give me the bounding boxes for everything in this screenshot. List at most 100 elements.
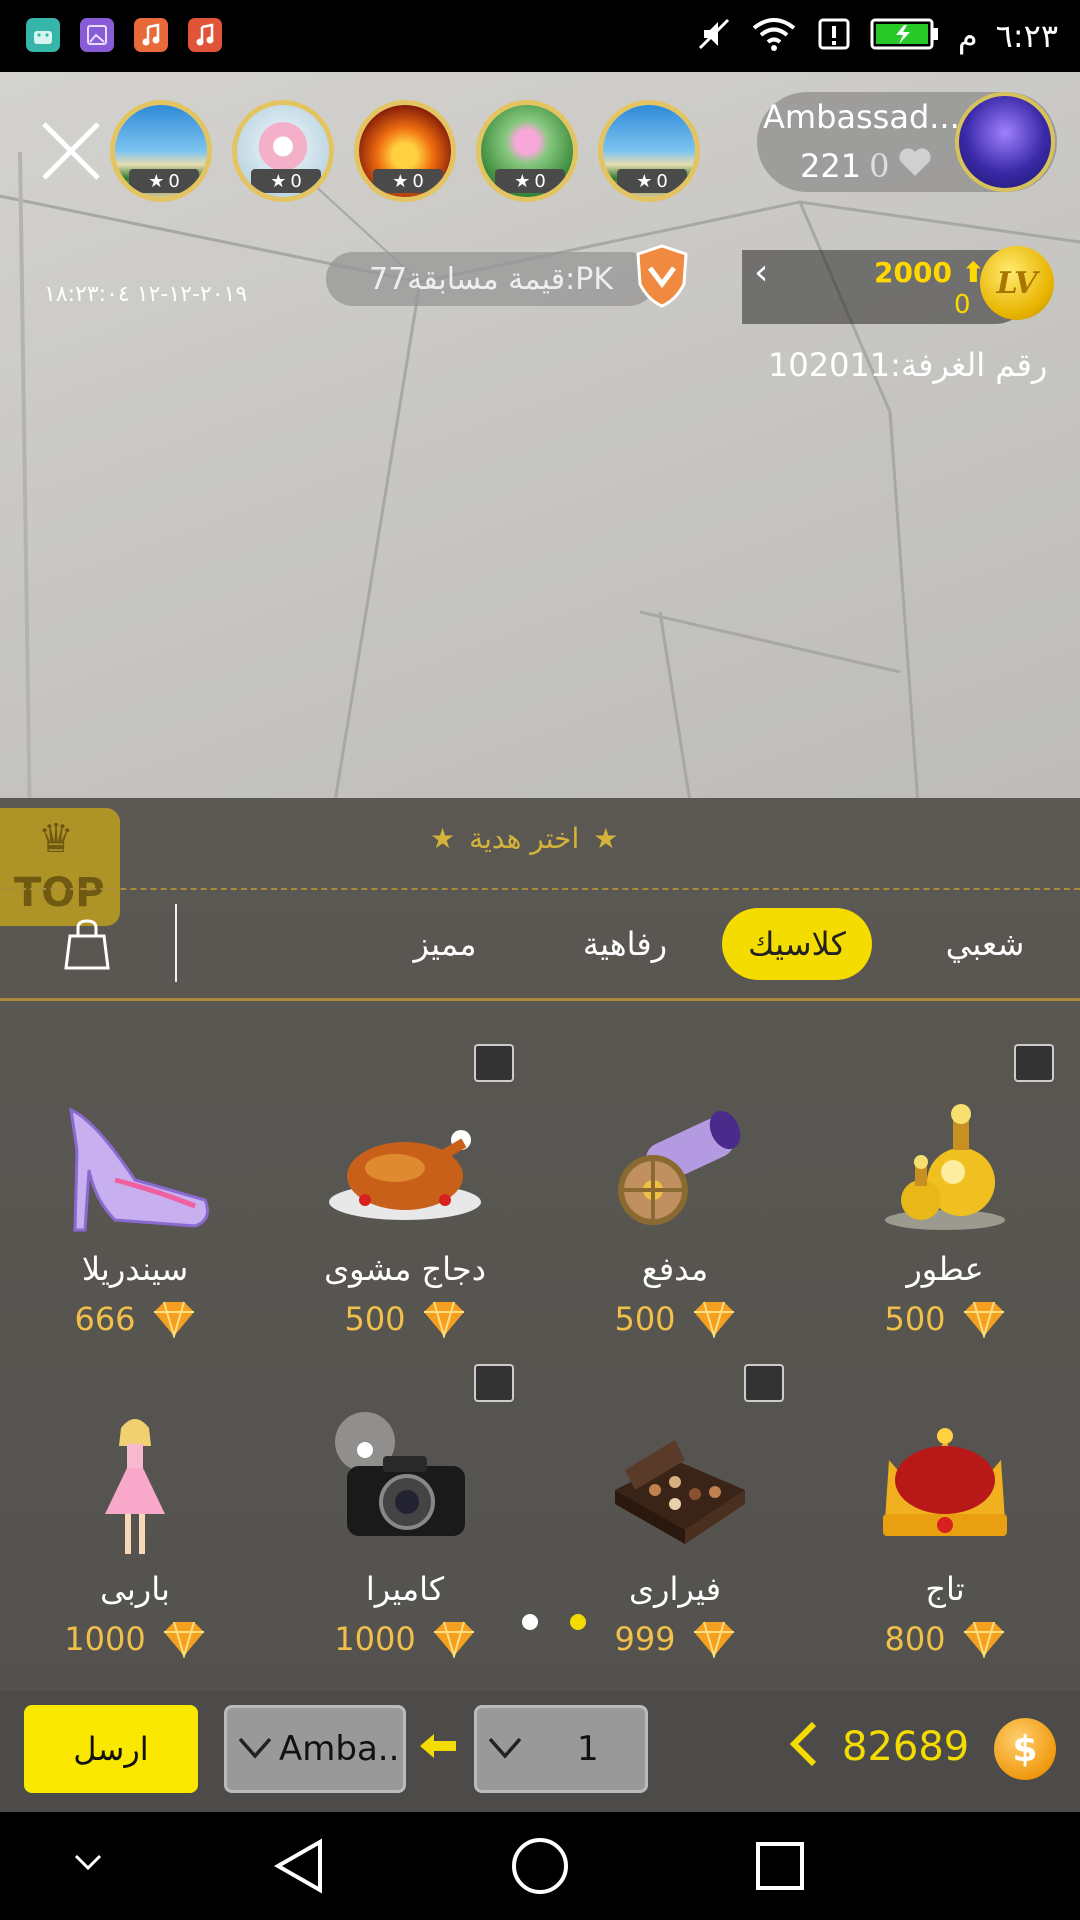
- gift-item-cannon[interactable]: مدفع 500: [540, 1080, 810, 1380]
- gift-item-roast-chicken[interactable]: دجاج مشوى 500: [270, 1044, 540, 1380]
- status-bar: م ٦:٢٣: [0, 0, 1080, 72]
- diamond-icon: [963, 1621, 1004, 1658]
- gift-item-crown[interactable]: تاج 800: [810, 1400, 1080, 1700]
- level-coin-icon: LV: [980, 246, 1054, 320]
- diamond-icon: [423, 1301, 464, 1338]
- gallery-icon: [80, 18, 114, 52]
- viewer-star-badge: ★ 0: [129, 169, 199, 193]
- recents-icon[interactable]: [754, 1840, 806, 1892]
- perfume-icon: [885, 1104, 1005, 1230]
- host-stats: 221 0: [800, 146, 933, 186]
- viewer-star-badge: ★ 0: [495, 169, 565, 193]
- effect-icon: [744, 1364, 784, 1402]
- back-icon[interactable]: [272, 1838, 326, 1894]
- page-indicator: [522, 1614, 586, 1630]
- host-name: Ambassad...: [763, 98, 960, 136]
- mute-icon: [696, 16, 732, 56]
- tab-classic[interactable]: كلاسيك: [722, 908, 872, 980]
- diamond-icon: [693, 1301, 734, 1338]
- wifi-icon: [750, 16, 798, 56]
- gift-item-barbie[interactable]: باربى 1000: [0, 1400, 270, 1700]
- app-screen: م ٦:٢٣ ★ 0 ★ 0 ★ 0 ★ 0 ★ 0 Ambassad... 2…: [0, 0, 1080, 1920]
- diamond-icon: [963, 1301, 1004, 1338]
- arrow-left-icon: [418, 1730, 458, 1770]
- coin-icon[interactable]: $: [994, 1718, 1056, 1780]
- bag-icon[interactable]: [64, 918, 110, 970]
- heart-icon: [897, 146, 933, 186]
- effect-icon: [474, 1364, 514, 1402]
- chevron-left-icon[interactable]: [788, 1720, 818, 1780]
- crown-icon: ♛: [38, 816, 74, 862]
- page-dot[interactable]: [522, 1614, 538, 1630]
- gift-item-perfume[interactable]: عطور 500: [810, 1044, 1080, 1380]
- star-icon: ★: [392, 170, 409, 192]
- room-number: رقم الغرفة:102011: [768, 346, 1048, 384]
- page-dot-active[interactable]: [570, 1614, 586, 1630]
- choose-gift-title: اختر هدية: [469, 822, 580, 855]
- gift-price: 666: [0, 1300, 270, 1338]
- viewer-avatar[interactable]: ★ 0: [232, 100, 334, 202]
- gift-name: فيرارى: [629, 1570, 721, 1608]
- host-hearts: 0: [869, 147, 890, 185]
- effect-icon: [474, 1044, 514, 1082]
- quantity-select[interactable]: 1: [474, 1705, 648, 1793]
- viewer-avatar[interactable]: ★ 0: [476, 100, 578, 202]
- gift-name: كاميرا: [365, 1570, 445, 1608]
- top-ranking-button[interactable]: ♛ TOP: [0, 808, 120, 926]
- viewer-star-badge: ★ 0: [617, 169, 687, 193]
- shield-icon: [636, 244, 688, 308]
- tab-luxury[interactable]: رفاهية: [560, 908, 690, 980]
- tab-special[interactable]: مميز: [380, 908, 510, 980]
- viewer-avatar[interactable]: ★ 0: [598, 100, 700, 202]
- star-icon: ★: [270, 170, 287, 192]
- system-nav-bar: [0, 1812, 1080, 1920]
- status-indicators: م ٦:٢٣: [696, 0, 1058, 72]
- host-avatar[interactable]: [955, 92, 1055, 192]
- gift-item-camera[interactable]: كاميرا 1000: [270, 1364, 540, 1700]
- chevron-down-icon: [487, 1729, 523, 1769]
- tab-underline: [0, 998, 1080, 1001]
- star-icon: ★: [593, 822, 619, 855]
- star-icon: ★: [636, 170, 653, 192]
- pk-value-pill[interactable]: قيمة مسابقة77:PK: [326, 252, 656, 306]
- star-icon: ★: [148, 170, 165, 192]
- doll-icon: [105, 1419, 165, 1554]
- host-count: 221: [800, 147, 862, 185]
- coin-balance: 82689: [842, 1724, 970, 1770]
- viewer-star-badge: ★ 0: [373, 169, 443, 193]
- gift-item-ferrari[interactable]: فيرارى 999: [540, 1364, 810, 1700]
- send-button[interactable]: ارسل: [24, 1705, 198, 1793]
- gift-name: باربى: [100, 1570, 170, 1608]
- battery-icon: [870, 17, 940, 55]
- gift-name: تاج: [925, 1570, 965, 1608]
- camera-icon: [335, 1412, 465, 1536]
- recipient-select[interactable]: Amba...: [224, 1705, 406, 1793]
- choose-gift-header: ★ اختر هدية ★: [430, 822, 618, 855]
- gift-price: 500: [810, 1300, 1080, 1338]
- music-icon: [188, 18, 222, 52]
- effect-icon: [1014, 1044, 1054, 1082]
- chocolate-box-icon: [615, 1440, 745, 1544]
- pk-label: قيمة مسابقة77:PK: [368, 261, 613, 297]
- chevron-down-icon: [237, 1729, 273, 1769]
- viewer-avatar[interactable]: ★ 0: [354, 100, 456, 202]
- data-icon: [816, 16, 852, 56]
- home-icon[interactable]: [510, 1836, 570, 1896]
- tab-popular[interactable]: شعبي: [920, 908, 1050, 980]
- status-ampm: م: [957, 17, 978, 55]
- chevron-down-icon[interactable]: [72, 1852, 104, 1872]
- top-badge-label: TOP: [14, 870, 105, 916]
- gift-item-cinderella-shoe[interactable]: سيندريلا 666: [0, 1080, 270, 1380]
- viewer-avatar[interactable]: ★ 0: [110, 100, 212, 202]
- star-icon: ★: [430, 822, 456, 855]
- glass-slipper-icon: [69, 1107, 209, 1232]
- chevron-left-icon[interactable]: ‹: [754, 252, 768, 293]
- android-icon: [26, 18, 60, 52]
- status-time: ٦:٢٣: [995, 17, 1058, 55]
- close-button[interactable]: [38, 118, 104, 184]
- music-icon: [134, 18, 168, 52]
- gift-name: دجاج مشوى: [324, 1250, 486, 1288]
- stream-datetime: ٢٠١٩-١٢-١٢ ١٨:٢٣:٠٤: [44, 282, 248, 307]
- gift-name: مدفع: [641, 1250, 709, 1288]
- divider: [175, 904, 177, 982]
